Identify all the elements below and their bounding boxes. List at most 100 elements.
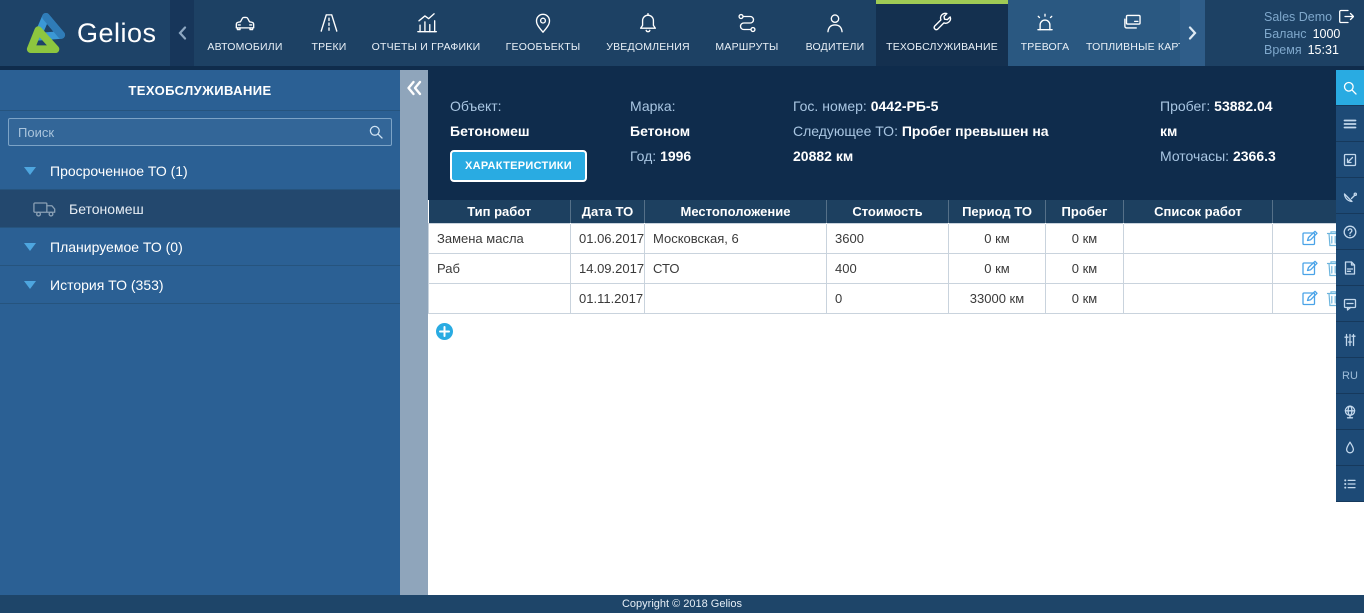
search-icon[interactable] [368,124,384,140]
cell-date: 01.11.2017 [571,283,645,313]
nav-tab-routes[interactable]: МАРШРУТЫ [700,0,794,66]
copyright-bar: Copyright © 2018 Gelios [0,595,1364,613]
cell-mileage: 0 км [1046,283,1124,313]
toolbar-help-button[interactable] [1336,214,1364,250]
cell-work-type [429,283,571,313]
search-input[interactable] [8,118,392,146]
double-chevron-left-icon [405,80,423,96]
column-header-period[interactable]: Период ТО [949,200,1046,223]
toolbar-language-button[interactable]: RU [1336,358,1364,394]
column-header-location[interactable]: Местоположение [645,200,827,223]
year-value: 1996 [660,148,691,164]
sidebar-title: ТЕХОБСЛУЖИВАНИЕ [0,70,400,111]
edit-icon[interactable] [1301,229,1319,247]
edit-icon[interactable] [1301,289,1319,307]
tree-item-label: Планируемое ТО (0) [50,239,183,255]
time-label: Время [1264,43,1302,57]
nav-tab-label: ТОПЛИВНЫЕ КАРТЫ [1086,41,1180,53]
brand-name: Gelios [77,18,157,49]
nav-tab-label: ОТЧЕТЫ И ГРАФИКИ [372,41,481,53]
caret-down-icon[interactable] [24,281,36,289]
cell-period: 0 км [949,253,1046,283]
year-label: Год: [630,148,656,164]
hours-value: 2366.3 [1233,148,1276,164]
column-header-mileage[interactable]: Пробег [1046,200,1124,223]
cell-cost: 3600 [827,223,949,253]
nav-tab-label: ТЕХОБСЛУЖИВАНИЕ [886,41,998,53]
plate-value: 0442-РБ-5 [871,98,939,114]
nav-tab-label: МАРШРУТЫ [715,41,778,53]
toolbar-search-button[interactable] [1336,70,1364,106]
cell-location: СТО [645,253,827,283]
edit-icon[interactable] [1301,259,1319,277]
characteristics-button[interactable]: ХАРАКТЕРИСТИКИ [450,150,587,182]
nav-scroll-left-button[interactable] [170,0,194,66]
caret-down-icon[interactable] [24,167,36,175]
vehicle-brand-column: Марка: Бетоном Год: 1996 [630,94,793,200]
next-to-label: Следующее ТО: [793,123,898,139]
toolbar-open-window-button[interactable] [1336,142,1364,178]
nav-scroll-right-button[interactable] [1180,0,1205,66]
cell-works [1124,253,1273,283]
sliders-icon [1342,332,1358,348]
toolbar-document-button[interactable] [1336,250,1364,286]
menu-icon [1342,116,1358,132]
search-icon [1342,80,1358,96]
truck-icon [33,200,57,218]
column-header-works[interactable]: Список работ [1124,200,1273,223]
nav-tab-reports[interactable]: ОТЧЕТЫ И ГРАФИКИ [362,0,490,66]
add-maintenance-button[interactable] [436,323,453,340]
plus-icon [439,326,450,337]
tree-item-history-to[interactable]: История ТО (353) [0,266,400,304]
siren-icon [1032,10,1058,36]
brand-logo[interactable]: Gelios [0,0,170,66]
nav-tab-drivers[interactable]: ВОДИТЕЛИ [794,0,876,66]
table-row: Замена масла 01.06.2017 Московская, 6 36… [429,223,1364,253]
gelios-logo-icon [24,11,66,55]
cell-mileage: 0 км [1046,223,1124,253]
globe-icon [1342,404,1358,420]
nav-tab-label: АВТОМОБИЛИ [207,41,282,53]
tree-item-label: Бетономеш [69,201,144,217]
nav-tab-automobiles[interactable]: АВТОМОБИЛИ [194,0,296,66]
logout-icon[interactable] [1338,9,1354,24]
sidebar-gutter [400,70,428,595]
column-header-cost[interactable]: Стоимость [827,200,949,223]
chart-icon [413,10,439,36]
cell-cost: 400 [827,253,949,283]
sidebar-search [8,118,392,146]
document-icon [1342,260,1358,276]
object-label: Объект: [450,98,502,114]
car-icon [232,10,258,36]
right-toolbar: RU [1336,70,1364,502]
column-header-date[interactable]: Дата ТО [571,200,645,223]
road-icon [316,10,342,36]
tree-item-overdue-to[interactable]: Просроченное ТО (1) [0,152,400,190]
toolbar-globe-button[interactable] [1336,394,1364,430]
sidebar-collapse-button[interactable] [403,77,425,99]
nav-tab-tracks[interactable]: ТРЕКИ [296,0,362,66]
tree-item-planned-to[interactable]: Планируемое ТО (0) [0,228,400,266]
nav-tab-maintenance[interactable]: ТЕХОБСЛУЖИВАНИЕ [876,0,1008,66]
toolbar-satellite-button[interactable] [1336,178,1364,214]
tree-item-vehicle-betonomesh[interactable]: Бетономеш [0,190,400,228]
fuel-cards-icon [1120,10,1146,36]
toolbar-list-button[interactable] [1336,466,1364,502]
nav-tab-geoobjects[interactable]: ГЕООБЪЕКТЫ [490,0,596,66]
brand-label: Марка: [630,98,676,114]
nav-tab-fuel-cards[interactable]: ТОПЛИВНЫЕ КАРТЫ [1082,0,1180,66]
toolbar-droplet-button[interactable] [1336,430,1364,466]
nav-tab-notifications[interactable]: УВЕДОМЛЕНИЯ [596,0,700,66]
caret-down-icon[interactable] [24,243,36,251]
cell-period: 0 км [949,223,1046,253]
toolbar-menu-button[interactable] [1336,106,1364,142]
toolbar-sliders-button[interactable] [1336,322,1364,358]
column-header-work-type[interactable]: Тип работ [429,200,571,223]
toolbar-chat-button[interactable] [1336,286,1364,322]
open-window-icon [1342,152,1358,168]
maintenance-table: Тип работ Дата ТО Местоположение Стоимос… [428,200,1364,314]
nav-tab-alarm[interactable]: ТРЕВОГА [1008,0,1082,66]
cell-work-type: Замена масла [429,223,571,253]
maintenance-sidebar: ТЕХОБСЛУЖИВАНИЕ Просроченное ТО (1) Бето… [0,70,400,595]
balance-row: Баланс 1000 [1264,27,1364,41]
